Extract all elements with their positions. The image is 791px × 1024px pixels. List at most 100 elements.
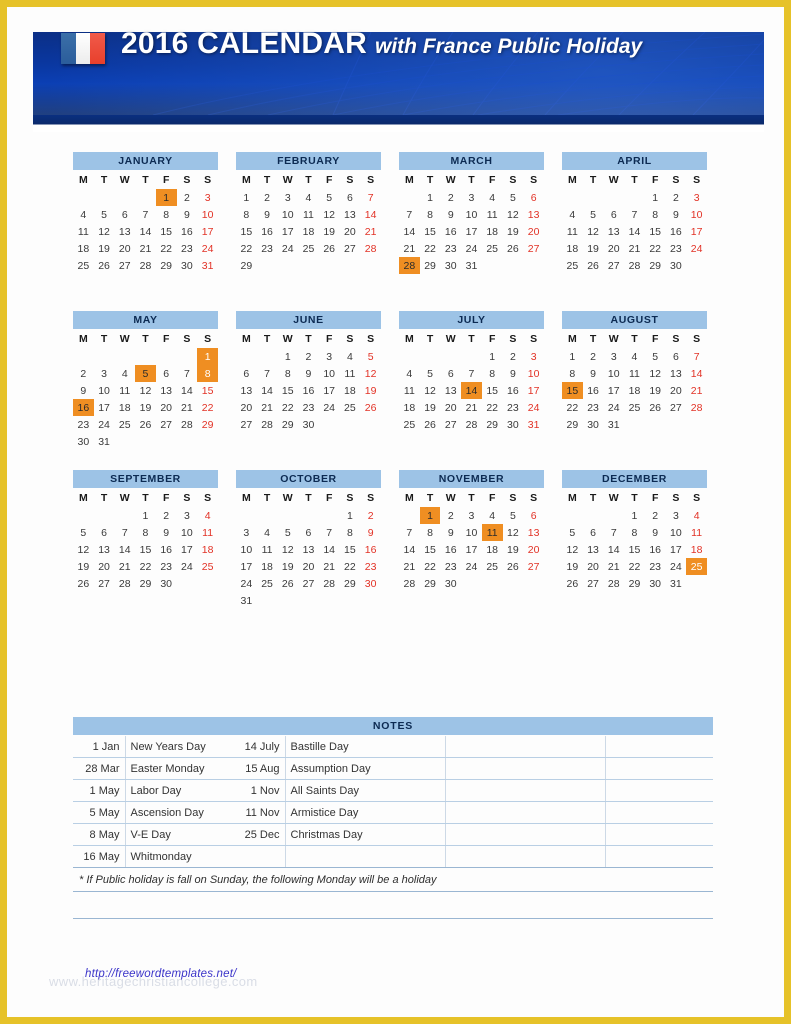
notes-date-cell-2[interactable]: 25 Dec	[233, 823, 286, 846]
day-cell[interactable]: 29	[645, 257, 666, 274]
day-cell[interactable]: 23	[360, 558, 381, 575]
notes-name-cell-1[interactable]: Easter Monday	[125, 757, 233, 780]
day-cell[interactable]: 11	[399, 382, 420, 399]
day-cell[interactable]: 7	[686, 348, 707, 365]
day-cell[interactable]: 19	[360, 382, 381, 399]
day-cell[interactable]: 22	[420, 558, 441, 575]
day-cell[interactable]: 19	[645, 382, 666, 399]
day-cell[interactable]: 23	[666, 240, 687, 257]
day-cell[interactable]: 8	[340, 524, 361, 541]
day-cell[interactable]: 15	[645, 223, 666, 240]
day-cell[interactable]: 10	[94, 382, 115, 399]
day-cell[interactable]: 4	[197, 507, 218, 524]
day-cell-holiday[interactable]: 1	[419, 507, 441, 524]
day-cell[interactable]: 9	[298, 365, 319, 382]
day-cell[interactable]: 21	[257, 399, 278, 416]
notes-name-cell-4[interactable]	[605, 757, 713, 780]
day-cell[interactable]: 26	[562, 575, 583, 592]
notes-date-cell-4[interactable]	[553, 823, 606, 846]
day-cell[interactable]: 7	[399, 206, 420, 223]
day-cell[interactable]: 4	[73, 206, 94, 223]
notes-name-cell-3[interactable]	[445, 779, 553, 802]
day-cell[interactable]: 19	[135, 399, 156, 416]
day-cell[interactable]: 2	[298, 348, 319, 365]
day-cell[interactable]: 24	[523, 399, 544, 416]
day-cell[interactable]: 17	[94, 399, 115, 416]
day-cell[interactable]: 12	[360, 365, 381, 382]
day-cell[interactable]: 12	[135, 382, 156, 399]
day-cell[interactable]: 23	[156, 558, 177, 575]
day-cell[interactable]: 8	[420, 524, 441, 541]
notes-date-cell-3[interactable]	[393, 823, 446, 846]
day-cell[interactable]: 25	[197, 558, 218, 575]
day-cell-holiday[interactable]: 25	[686, 558, 707, 575]
day-cell[interactable]: 17	[277, 223, 298, 240]
day-cell[interactable]: 24	[177, 558, 198, 575]
day-cell[interactable]: 13	[440, 382, 461, 399]
day-cell[interactable]: 13	[583, 541, 604, 558]
notes-date-cell-4[interactable]	[553, 779, 606, 802]
day-cell[interactable]: 16	[583, 382, 604, 399]
day-cell[interactable]: 23	[298, 399, 319, 416]
day-cell[interactable]: 24	[236, 575, 257, 592]
day-cell[interactable]: 18	[114, 399, 135, 416]
day-cell[interactable]: 10	[319, 365, 340, 382]
day-cell[interactable]: 23	[645, 558, 666, 575]
day-cell[interactable]: 15	[197, 382, 218, 399]
day-cell[interactable]: 16	[156, 541, 177, 558]
day-cell[interactable]: 12	[583, 223, 604, 240]
day-cell[interactable]: 28	[686, 399, 707, 416]
day-cell[interactable]: 6	[583, 524, 604, 541]
notes-date-cell-2[interactable]: 14 July	[233, 736, 286, 758]
notes-name-cell-4[interactable]	[605, 779, 713, 802]
day-cell[interactable]: 5	[583, 206, 604, 223]
notes-name-cell-3[interactable]	[445, 823, 553, 846]
day-cell[interactable]: 20	[523, 541, 544, 558]
day-cell[interactable]: 26	[645, 399, 666, 416]
day-cell[interactable]: 27	[523, 240, 544, 257]
day-cell[interactable]: 14	[257, 382, 278, 399]
day-cell[interactable]: 31	[197, 257, 218, 274]
day-cell[interactable]: 22	[277, 399, 298, 416]
day-cell[interactable]: 2	[440, 189, 461, 206]
day-cell[interactable]: 14	[114, 541, 135, 558]
day-cell[interactable]: 3	[666, 507, 687, 524]
day-cell[interactable]: 31	[236, 592, 257, 609]
day-cell[interactable]: 28	[360, 240, 381, 257]
day-cell[interactable]: 26	[503, 558, 524, 575]
day-cell[interactable]: 20	[94, 558, 115, 575]
day-cell[interactable]: 6	[156, 365, 177, 382]
day-cell[interactable]: 17	[236, 558, 257, 575]
day-cell[interactable]: 9	[645, 524, 666, 541]
day-cell[interactable]: 14	[177, 382, 198, 399]
source-link[interactable]: http://freewordtemplates.net/	[85, 968, 237, 980]
day-cell[interactable]: 15	[482, 382, 503, 399]
day-cell[interactable]: 14	[603, 541, 624, 558]
day-cell[interactable]: 8	[482, 365, 503, 382]
day-cell[interactable]: 13	[114, 223, 135, 240]
day-cell[interactable]: 24	[94, 416, 115, 433]
day-cell[interactable]: 15	[236, 223, 257, 240]
day-cell[interactable]: 17	[177, 541, 198, 558]
day-cell[interactable]: 12	[94, 223, 115, 240]
day-cell[interactable]: 29	[135, 575, 156, 592]
notes-date-cell-4[interactable]	[553, 801, 606, 824]
day-cell[interactable]: 13	[523, 206, 544, 223]
day-cell[interactable]: 25	[482, 240, 503, 257]
day-cell[interactable]: 10	[236, 541, 257, 558]
day-cell[interactable]: 7	[114, 524, 135, 541]
day-cell[interactable]: 31	[666, 575, 687, 592]
notes-name-cell-1[interactable]: Ascension Day	[125, 801, 233, 824]
day-cell[interactable]: 17	[461, 223, 482, 240]
day-cell[interactable]: 1	[135, 507, 156, 524]
day-cell[interactable]: 13	[603, 223, 624, 240]
day-cell[interactable]: 24	[461, 240, 482, 257]
day-cell[interactable]: 20	[440, 399, 461, 416]
day-cell[interactable]: 30	[440, 575, 461, 592]
day-cell[interactable]: 16	[666, 223, 687, 240]
day-cell[interactable]: 28	[461, 416, 482, 433]
notes-name-cell-3[interactable]	[445, 736, 553, 758]
day-cell[interactable]: 16	[503, 382, 524, 399]
day-cell[interactable]: 30	[645, 575, 666, 592]
day-cell[interactable]: 7	[399, 524, 420, 541]
